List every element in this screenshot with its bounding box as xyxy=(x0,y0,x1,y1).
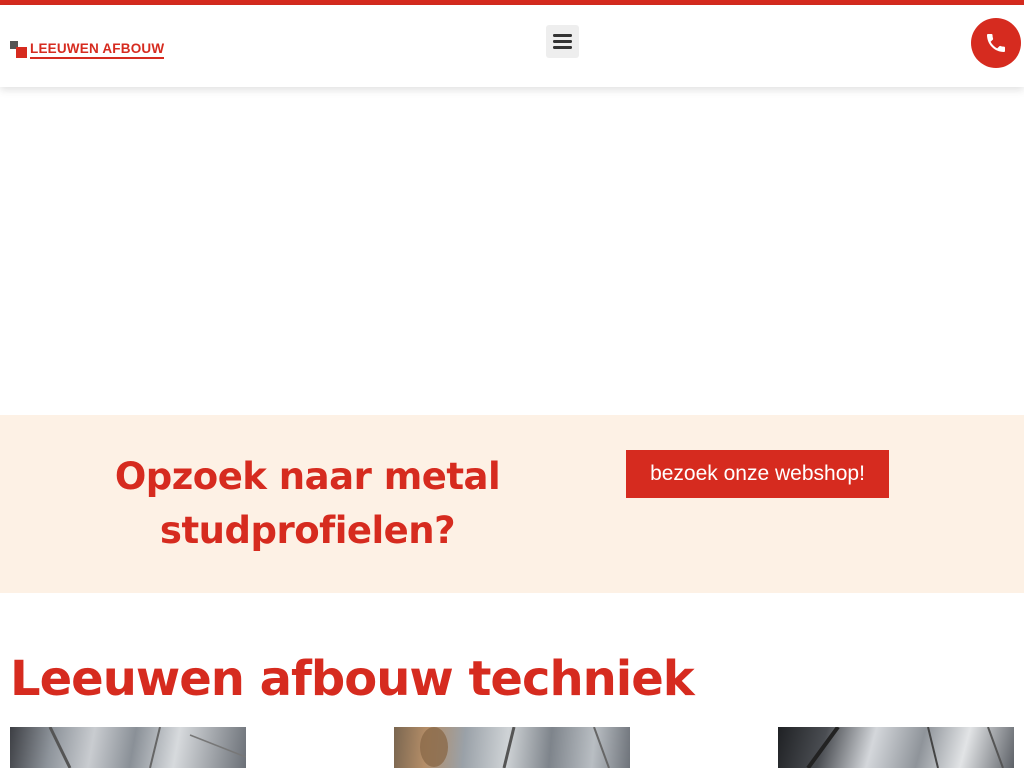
interior-photo-image xyxy=(806,727,1004,768)
logo-mark-icon xyxy=(10,41,28,59)
logo[interactable]: LEEUWEN AFBOUW xyxy=(10,37,165,59)
ceiling-photo-image xyxy=(48,727,246,768)
webshop-promo-section: Opzoek naar metal studprofielen? bezoek … xyxy=(0,415,1024,593)
logo-text: LEEUWEN AFBOUW xyxy=(30,42,165,59)
webshop-button[interactable]: bezoek onze webshop! xyxy=(626,450,889,498)
project-photo-2[interactable] xyxy=(394,727,630,768)
phone-call-button[interactable] xyxy=(971,18,1021,68)
site-header: LEEUWEN AFBOUW xyxy=(0,5,1024,87)
hamburger-menu-icon xyxy=(553,34,572,49)
section-heading: Leeuwen afbouw techniek xyxy=(10,651,695,707)
phone-icon xyxy=(987,34,1005,52)
project-photo-3[interactable] xyxy=(778,727,1014,768)
project-photo-1[interactable] xyxy=(10,727,246,768)
ducting-photo-image xyxy=(420,727,610,768)
promo-heading: Opzoek naar metal studprofielen? xyxy=(114,455,501,552)
menu-toggle-button[interactable] xyxy=(546,25,579,58)
